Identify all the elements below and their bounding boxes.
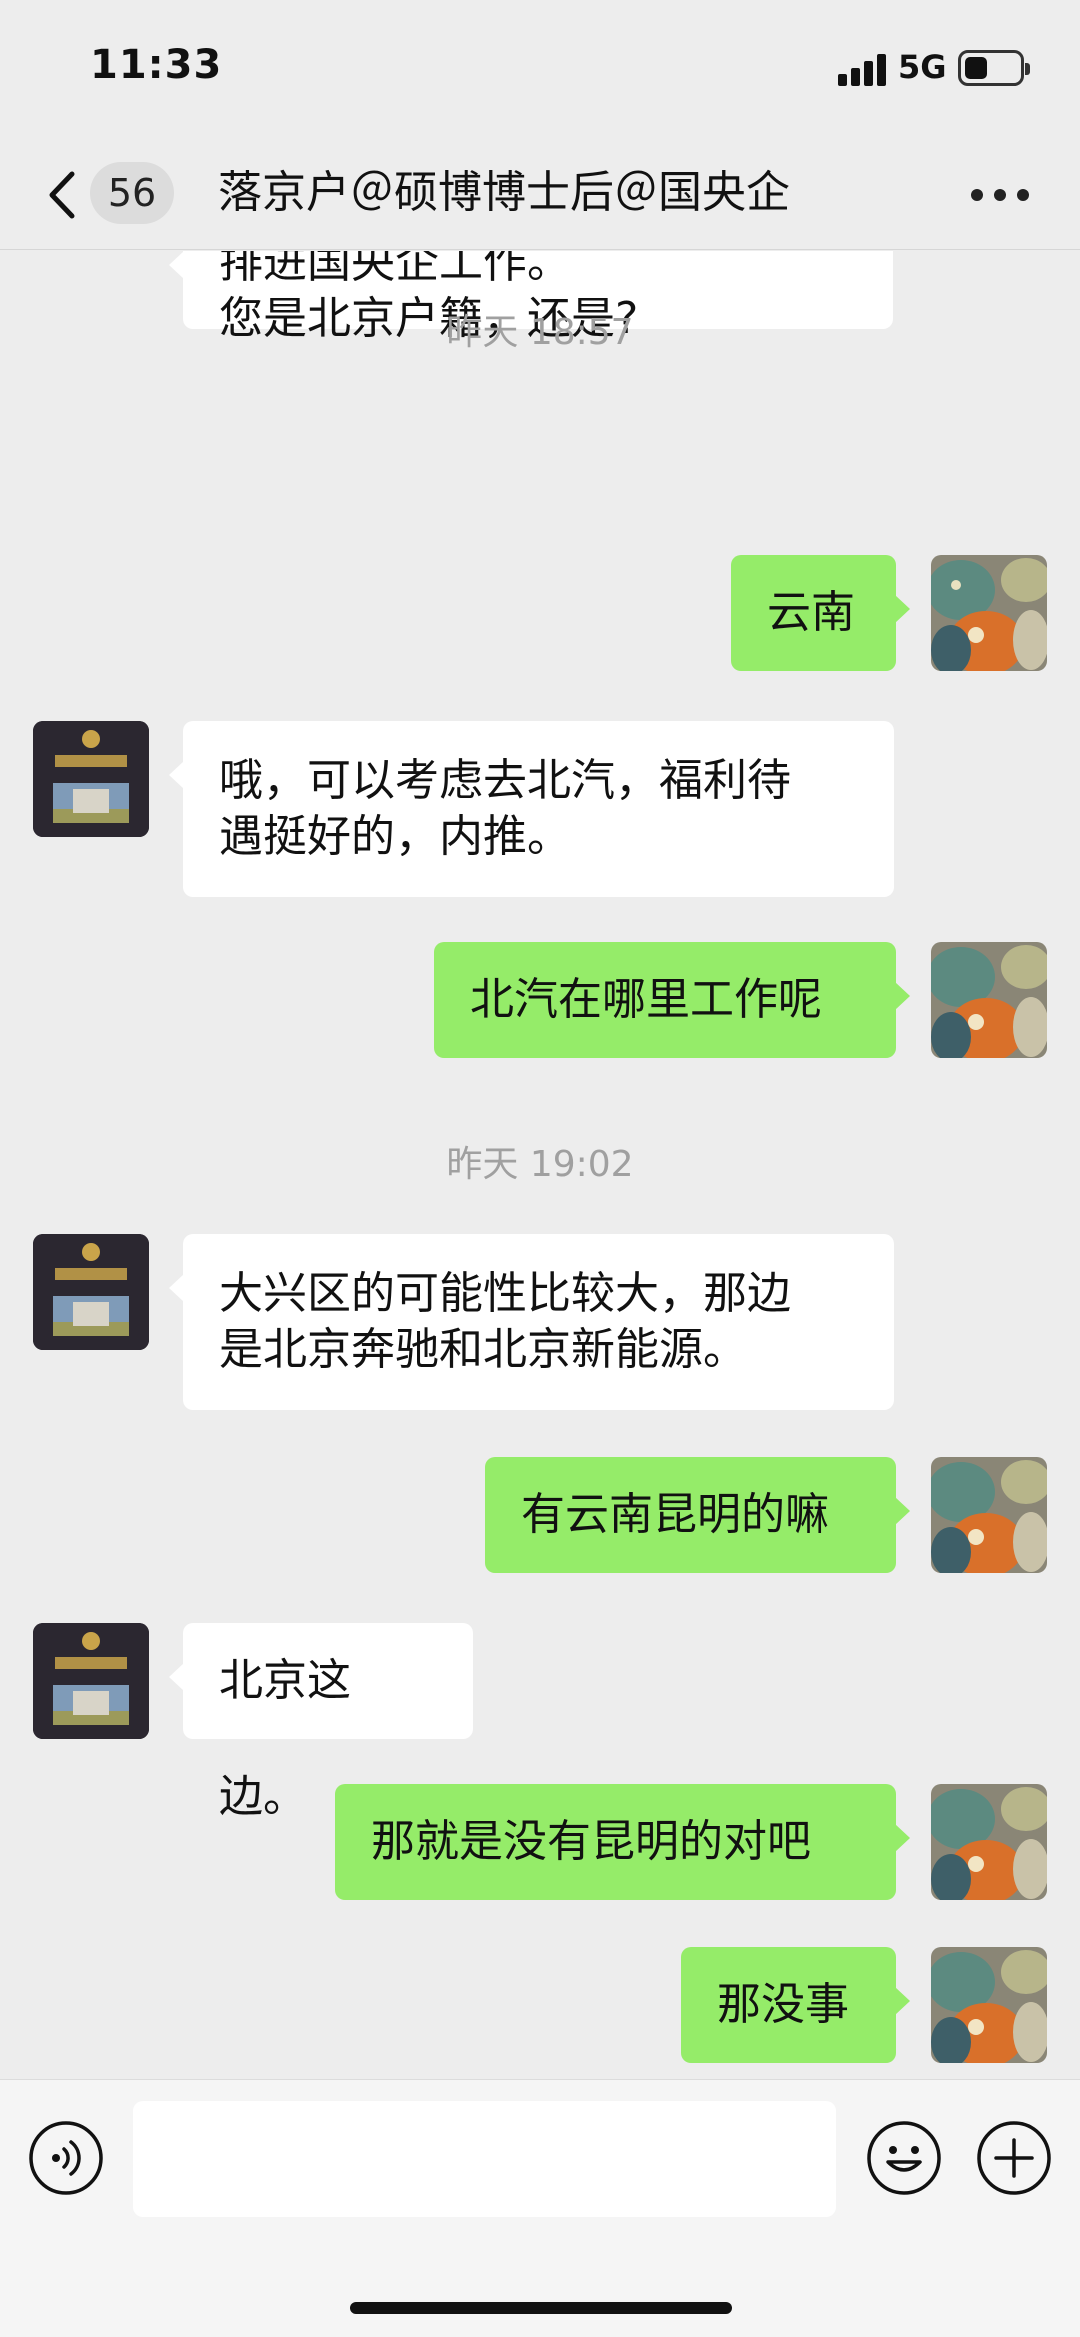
message-input[interactable] [133, 2101, 836, 2217]
message-bubble-incoming[interactable]: 北京这边。 [169, 1623, 473, 1822]
my-avatar[interactable] [931, 1947, 1047, 2063]
message-text: 那没事 [717, 1979, 849, 2030]
stone-pattern-icon [931, 1947, 1047, 2063]
message-timestamp: 昨天 19:02 [446, 1144, 634, 1185]
contact-avatar[interactable] [33, 1623, 149, 1739]
emoji-icon[interactable] [866, 2120, 942, 2196]
my-avatar[interactable] [931, 1457, 1047, 1573]
unread-count-badge[interactable]: 56 [90, 162, 174, 224]
message-bubble-outgoing[interactable]: 北汽在哪里工作呢 [434, 942, 910, 1058]
message-line: 大兴区的可能性比较大，那边 [219, 1268, 791, 1319]
network-type: 5G [898, 48, 947, 86]
message-line: 排进国央企工作。 [219, 251, 571, 288]
status-time: 11:33 [90, 42, 223, 88]
university-logo-icon [33, 1623, 149, 1739]
status-bar: 11:33 5G [0, 0, 1080, 140]
my-avatar[interactable] [931, 555, 1047, 671]
message-text: 有云南昆明的嘛 [521, 1489, 829, 1540]
battery-level [965, 57, 987, 79]
more-dots-icon[interactable] [970, 188, 1030, 202]
battery-icon [958, 50, 1030, 86]
chevron-left-icon[interactable] [44, 168, 84, 222]
home-indicator[interactable] [350, 2302, 732, 2314]
stone-pattern-icon [931, 1784, 1047, 1900]
message-bubble-incoming[interactable]: 大兴区的可能性比较大，那边 是北京奔驰和北京新能源。 [169, 1234, 894, 1410]
contact-avatar[interactable] [33, 1234, 149, 1350]
university-logo-icon [33, 721, 149, 837]
message-text: 北京这边。 [219, 1655, 351, 1822]
stone-pattern-icon [931, 555, 1047, 671]
message-line: 遇挺好的，内推。 [219, 811, 571, 862]
message-bubble-incoming[interactable]: 哦，可以考虑去北汽，福利待 遇挺好的，内推。 [169, 721, 894, 897]
message-list[interactable]: 排进国央企工作。 您是北京户籍，还是? 昨天 18:57 云南 哦，可以考虑去北… [0, 251, 1080, 2079]
contact-avatar[interactable] [33, 721, 149, 837]
my-avatar[interactable] [931, 942, 1047, 1058]
my-avatar[interactable] [931, 1784, 1047, 1900]
message-bubble-outgoing[interactable]: 那就是没有昆明的对吧 [335, 1784, 910, 1900]
chat-title: 落京户＠硕博博士后＠国央企 [218, 167, 790, 218]
message-bubble-outgoing[interactable]: 有云南昆明的嘛 [485, 1457, 910, 1573]
message-text: 云南 [767, 587, 855, 638]
university-logo-icon [33, 1234, 149, 1350]
stone-pattern-icon [931, 1457, 1047, 1573]
stone-pattern-icon [931, 942, 1047, 1058]
chat-header: 56 落京户＠硕博博士后＠国央企 [0, 140, 1080, 250]
message-text: 那就是没有昆明的对吧 [371, 1816, 811, 1867]
message-timestamp: 昨天 18:57 [446, 312, 634, 353]
voice-icon[interactable] [28, 2120, 104, 2196]
plus-icon[interactable] [976, 2120, 1052, 2196]
message-bubble-outgoing[interactable]: 那没事 [681, 1947, 910, 2063]
signal-icon [838, 52, 886, 86]
message-line: 是北京奔驰和北京新能源。 [219, 1324, 747, 1375]
message-bubble-outgoing[interactable]: 云南 [731, 555, 910, 671]
message-text: 北汽在哪里工作呢 [470, 974, 822, 1025]
message-line: 哦，可以考虑去北汽，福利待 [219, 755, 791, 806]
